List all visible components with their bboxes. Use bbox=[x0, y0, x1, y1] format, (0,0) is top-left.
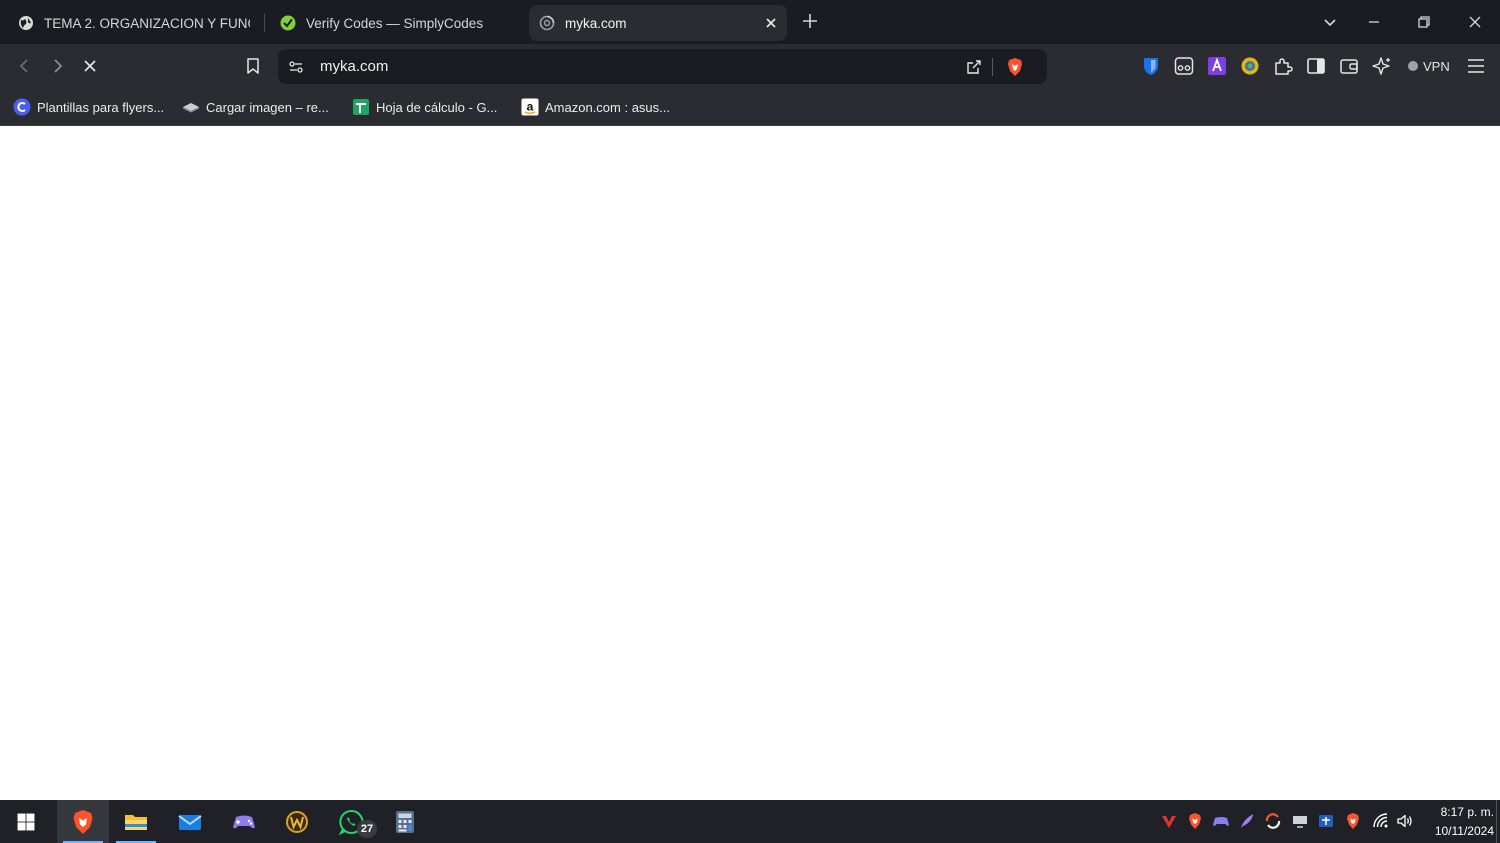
new-tab-icon[interactable] bbox=[801, 12, 819, 30]
bookmark-label: Amazon.com : asus... bbox=[545, 99, 670, 115]
vpn-button[interactable]: VPN bbox=[1401, 52, 1457, 80]
tab-title: myka.com bbox=[565, 15, 627, 31]
canva-icon bbox=[13, 98, 31, 116]
taskbar-brave[interactable] bbox=[57, 800, 109, 843]
windows-logo-icon bbox=[17, 813, 35, 830]
amazon-icon: a bbox=[521, 98, 539, 116]
reader-glasses-icon[interactable] bbox=[1173, 55, 1195, 77]
tab-title: TEMA 2. ORGANIZACION Y FUNCIO bbox=[44, 15, 250, 31]
bookmark-label: Plantillas para flyers... bbox=[37, 99, 165, 115]
tab-separator bbox=[264, 14, 265, 32]
extensions-puzzle-icon[interactable] bbox=[1272, 55, 1294, 77]
layers-icon bbox=[183, 103, 199, 113]
tab-search-chevron-icon[interactable] bbox=[1320, 12, 1340, 32]
leo-ai-sparkle-icon[interactable] bbox=[1371, 55, 1393, 77]
brave-icon bbox=[73, 809, 93, 834]
bookmark-label: Cargar imagen – re... bbox=[206, 99, 329, 115]
share-icon[interactable] bbox=[965, 58, 983, 76]
menu-icon[interactable] bbox=[1465, 55, 1487, 77]
a-extension-icon[interactable] bbox=[1206, 55, 1228, 77]
taskbar-game[interactable] bbox=[218, 800, 270, 843]
show-desktop-button[interactable] bbox=[1496, 800, 1500, 843]
sidebar-toggle-icon[interactable] bbox=[1305, 55, 1327, 77]
bookmark-label: Hoja de cálculo - G... bbox=[376, 99, 498, 115]
tray-brave-vpn-icon[interactable] bbox=[1344, 812, 1362, 830]
wifi-icon[interactable] bbox=[1372, 812, 1390, 830]
tray-display-icon[interactable] bbox=[1291, 812, 1309, 830]
mail-icon bbox=[178, 814, 202, 830]
tray-feather-icon[interactable] bbox=[1238, 812, 1256, 830]
close-tab-icon[interactable] bbox=[763, 15, 779, 31]
bookmark-item[interactable]: Hoja de cálculo - G... bbox=[352, 97, 497, 117]
tab-title: Verify Codes — SimplyCodes bbox=[306, 15, 484, 31]
sheets-icon bbox=[353, 99, 369, 115]
globe-extension-icon[interactable] bbox=[1239, 55, 1261, 77]
world-of-warcraft-icon bbox=[286, 810, 308, 833]
vpn-status-dot bbox=[1408, 61, 1418, 71]
tab-strip: TEMA 2. ORGANIZACION Y FUNCIO Verify Cod… bbox=[0, 0, 1500, 44]
bookmark-item[interactable]: Cargar imagen – re... bbox=[182, 97, 329, 117]
taskbar-file-explorer[interactable] bbox=[110, 800, 162, 843]
simplycodes-icon bbox=[280, 15, 296, 31]
bookmark-icon[interactable] bbox=[243, 56, 263, 76]
page-viewport bbox=[0, 127, 1500, 800]
taskbar-wow[interactable] bbox=[271, 800, 323, 843]
tray-sync-icon[interactable] bbox=[1264, 812, 1282, 830]
taskbar-calculator[interactable] bbox=[379, 800, 431, 843]
tray-controller-icon[interactable] bbox=[1212, 812, 1230, 830]
site-settings-icon[interactable] bbox=[287, 58, 305, 76]
back-icon[interactable] bbox=[15, 56, 35, 76]
url-text[interactable]: myka.com bbox=[320, 58, 388, 75]
tray-network-app-icon[interactable] bbox=[1317, 812, 1335, 830]
loading-icon bbox=[539, 15, 555, 31]
tab-tema2[interactable]: TEMA 2. ORGANIZACION Y FUNCIO bbox=[8, 5, 260, 41]
tab-simplycodes[interactable]: Verify Codes — SimplyCodes bbox=[270, 5, 520, 41]
vpn-label: VPN bbox=[1423, 58, 1450, 74]
wallet-icon[interactable] bbox=[1338, 55, 1360, 77]
browser-toolbar: myka.com VPN bbox=[0, 44, 1500, 89]
address-bar[interactable]: myka.com bbox=[278, 49, 1047, 84]
omnibox-divider bbox=[992, 58, 993, 76]
close-window-icon[interactable] bbox=[1465, 12, 1485, 32]
forward-icon[interactable] bbox=[47, 56, 67, 76]
taskbar-mail[interactable] bbox=[164, 800, 216, 843]
clock-time: 8:17 p. m. bbox=[1440, 805, 1494, 819]
folder-icon bbox=[125, 814, 147, 830]
globe-icon bbox=[19, 16, 33, 30]
bookmark-item[interactable]: a Amazon.com : asus... bbox=[521, 97, 670, 117]
minimize-icon[interactable] bbox=[1364, 12, 1384, 32]
bitwarden-shield-icon[interactable] bbox=[1140, 55, 1162, 77]
restore-icon[interactable] bbox=[1414, 12, 1434, 32]
volume-icon[interactable] bbox=[1396, 812, 1414, 830]
tab-myka[interactable]: myka.com bbox=[529, 5, 787, 41]
taskbar-clock[interactable]: 8:17 p. m. 10/11/2024 bbox=[1418, 803, 1494, 841]
start-button[interactable] bbox=[0, 800, 52, 843]
tray-vivaldi-icon[interactable] bbox=[1160, 812, 1178, 830]
svg-text:a: a bbox=[527, 100, 534, 114]
game-controller-icon bbox=[233, 815, 255, 828]
whatsapp-unread-badge: 27 bbox=[357, 820, 377, 838]
brave-shields-icon[interactable] bbox=[1005, 57, 1025, 77]
stop-loading-icon[interactable] bbox=[80, 56, 100, 76]
bookmark-item[interactable]: Plantillas para flyers... bbox=[13, 97, 164, 117]
calculator-icon bbox=[396, 810, 414, 833]
clock-date: 10/11/2024 bbox=[1434, 824, 1494, 838]
bookmarks-bar: Plantillas para flyers... Cargar imagen … bbox=[0, 89, 1500, 126]
tray-brave-icon[interactable] bbox=[1186, 812, 1204, 830]
